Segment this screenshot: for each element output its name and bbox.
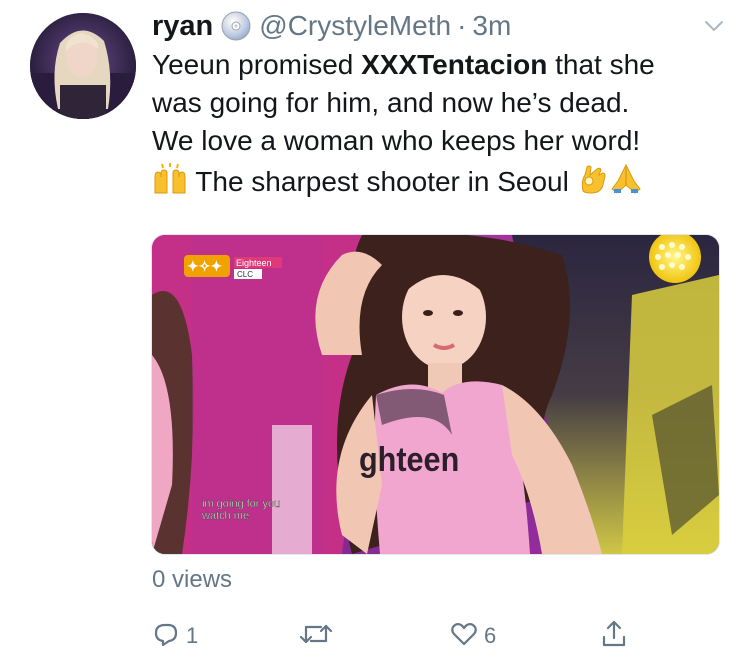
- avatar-image: [30, 13, 136, 119]
- avatar[interactable]: [30, 13, 136, 119]
- tweet-text: Yeeun promised XXXTentacion that she was…: [152, 46, 732, 205]
- action-bar: 1 6: [152, 618, 652, 654]
- like-button[interactable]: 6: [450, 618, 496, 654]
- subtitle-line-1: im going for you: [202, 498, 280, 510]
- raising-hands-emoji-icon: [152, 163, 188, 205]
- show-logo: ✦✧✦: [187, 258, 222, 274]
- chevron-down-icon[interactable]: [702, 14, 726, 38]
- timestamp[interactable]: 3m: [472, 10, 511, 42]
- ok-hand-emoji-icon: [577, 163, 609, 205]
- text-segment: The sharpest shooter in Seoul: [188, 166, 577, 197]
- folded-hands-emoji-icon: [609, 163, 643, 205]
- text-segment: Yeeun promised: [152, 49, 362, 80]
- retweet-button[interactable]: [299, 618, 339, 654]
- reply-button[interactable]: 1: [152, 618, 198, 654]
- mention-link[interactable]: XXXTentacion: [361, 49, 547, 80]
- tweet-header: ryan @CrystyleMeth · 3m: [152, 6, 511, 46]
- tweet-media-video[interactable]: ghteen ✦✧✦ Eighteen CLC im going for you…: [151, 234, 720, 555]
- separator-dot: ·: [457, 10, 467, 41]
- reply-count: 1: [186, 623, 199, 648]
- show-badge: Eighteen: [236, 258, 272, 268]
- retweet-icon: [299, 620, 333, 653]
- tweet-text-line-2: was going for him, and now he’s dead.: [152, 87, 630, 118]
- group-badge: CLC: [237, 270, 253, 279]
- author-name[interactable]: ryan: [152, 10, 213, 43]
- share-button[interactable]: [600, 618, 628, 654]
- tweet-text-line-4: The sharpest shooter in Seoul: [152, 163, 732, 205]
- share-icon: [600, 619, 628, 654]
- subtitle-line-2: watch me: [201, 510, 249, 522]
- text-segment: that she: [547, 49, 655, 80]
- shirt-text: ghteen: [359, 441, 459, 479]
- video-frame: ghteen ✦✧✦ Eighteen CLC im going for you…: [152, 235, 719, 554]
- tweet-text-line-3: We love a woman who keeps her word!: [152, 125, 641, 156]
- reply-icon: [152, 620, 180, 653]
- author-handle[interactable]: @CrystyleMeth: [259, 10, 451, 42]
- heart-icon: [450, 620, 478, 653]
- cd-icon: [221, 11, 251, 41]
- tweet-text-line-1: Yeeun promised XXXTentacion that she: [152, 46, 732, 84]
- view-count: 0 views: [152, 566, 233, 593]
- like-count: 6: [484, 623, 497, 648]
